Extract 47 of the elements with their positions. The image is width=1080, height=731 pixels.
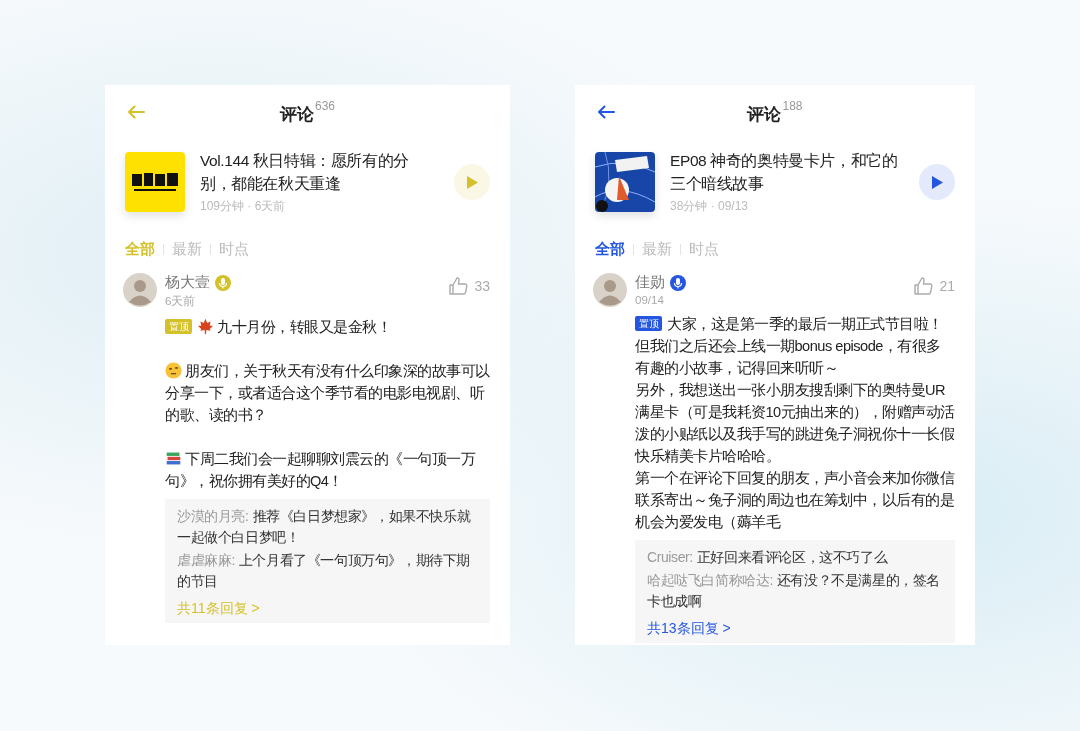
screen-title: 评论 [280,103,314,126]
maple-leaf-icon [197,318,214,335]
face-icon [165,362,182,379]
comment-time: 09/14 [635,294,665,306]
books-icon [165,450,182,467]
reply-text: 哈起哒飞白简称哈达: 还有没？不是满星的，签名卡也成啊 [647,571,942,611]
comment-time: 6天前 [165,294,197,309]
filter-tab[interactable]: 最新 [172,239,202,259]
screen-title: 评论 [747,103,782,126]
like-button[interactable]: 33 [449,277,490,295]
episode-title: EP08 神奇的奥特曼卡片，和它的三个暗线故事 [670,151,899,194]
comment-text: 下周二我们会一起聊聊刘震云的《一句顶一万句》，祝你拥有美好的Q4！ [165,449,477,491]
avatar [123,273,157,307]
play-icon [465,174,479,190]
comment-text: 置顶 九十月份，转眼又是金秋！ [165,316,490,338]
filter-tab[interactable]: 时点 [219,239,249,259]
comment-text: 另外，我想送出一张小朋友搜刮剩下的奥特曼UR满星卡（可是我耗资10元抽出来的），附赠声动活泼的小贴纸以及我手写的跳进兔子洞祝你十一长假快乐精美卡片哈哈哈。 [635,381,955,466]
back-button[interactable] [597,105,615,119]
comment-text: 朋友们，关于秋天有没有什么印象深的故事可以分享一下，或者适合这个季节看的电影电视剧、听的歌、读的书？ [165,361,490,425]
reply-text: 沙漠的月亮: 推荐《白日梦想家》，如果不快乐就一起做个白日梦吧！ [177,507,472,547]
reply-text: 虐虐麻麻: 上个月看了《一句顶万句》，期待下期的节目 [177,551,472,591]
filter-tab[interactable]: 最新 [642,239,672,259]
comment-count: 188 [782,98,803,113]
pinned-tag: 置顶 [165,319,192,334]
back-arrow-icon [127,105,145,119]
reply-text: Cruiser: 正好回来看评论区，这不巧了么 [647,548,889,567]
thumbs-up-icon [914,277,934,295]
comment-text: 第一个在评论下回复的朋友，声小音会来加你微信联系寄出～兔子洞的周边也在筹划中，以后有的是机会为爱发电（薅羊毛 [635,469,955,532]
back-arrow-icon [597,105,615,119]
like-button[interactable]: 21 [914,277,955,295]
pinned-tag: 置顶 [635,316,662,331]
comment-count: 636 [315,98,335,113]
episode-title: Vol.144 秋日特辑：愿所有的分别，都能在秋天重逢 [200,151,410,194]
more-replies-link[interactable]: 共11条回复 > [177,597,478,619]
filter-tab[interactable]: 时点 [689,239,719,259]
play-button[interactable] [919,164,955,200]
comment-text: 置顶 大家，这是第一季的最后一期正式节目啦！但我们之后还会上线一期bonus episode，有很多有趣的小故事，记得回来听听～ [635,315,944,378]
episode-meta: 109分钟 · 6天前 [200,198,287,215]
author-name: 杨大壹 [165,273,210,292]
author-name: 佳勋 [635,273,665,292]
avatar [593,273,627,307]
thumbs-up-icon [449,277,469,295]
filter-tab[interactable]: 全部 [125,239,155,259]
filter-tab[interactable]: 全部 [595,239,625,259]
more-replies-link[interactable]: 共13条回复 > [647,617,943,639]
play-icon [930,174,944,190]
episode-meta: 38分钟 · 09/13 [670,198,750,215]
